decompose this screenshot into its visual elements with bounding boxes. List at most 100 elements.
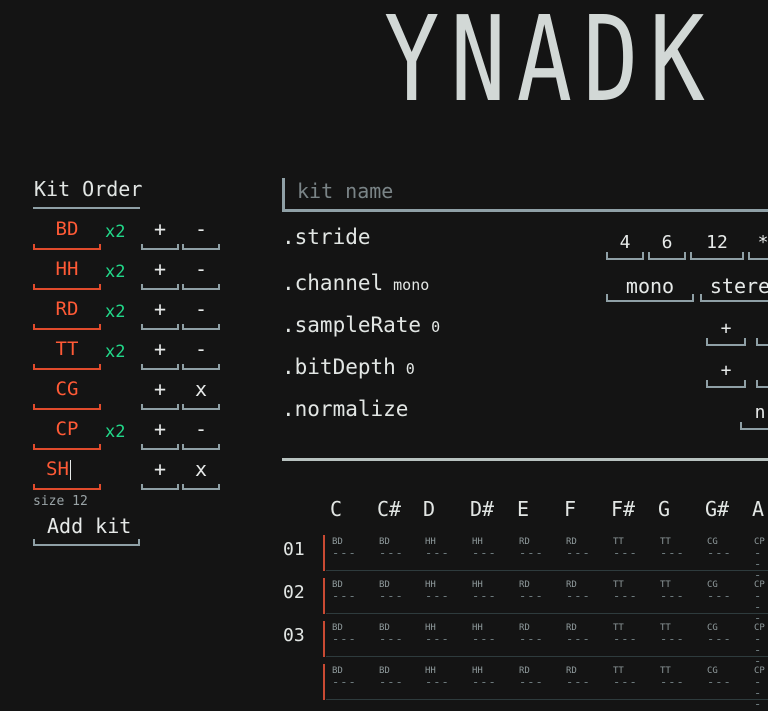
kit-action-label: - <box>194 417 208 441</box>
kit-action-button[interactable]: - <box>182 298 220 330</box>
note-header: D# <box>470 497 495 521</box>
stride-row: .stride <box>282 225 371 249</box>
kit-name[interactable]: SH <box>33 458 101 484</box>
grid-cell[interactable]: RD --- <box>519 666 544 688</box>
note-header: D <box>423 497 436 521</box>
kit-action-button[interactable]: - <box>182 258 220 290</box>
stride-option[interactable]: * <box>748 232 768 262</box>
kit-plus-button[interactable]: + <box>141 298 179 330</box>
grid-cell[interactable]: HH --- <box>425 537 450 559</box>
kit-plus-label: + <box>153 377 167 401</box>
kit-action-button[interactable]: - <box>182 218 220 250</box>
row-separator <box>326 656 768 657</box>
grid-cell-dash: --- <box>472 675 497 689</box>
stride-option-bracket <box>648 252 686 260</box>
stride-option[interactable]: 6 <box>648 232 686 262</box>
stride-option-bracket <box>690 252 744 260</box>
channel-option[interactable]: stere <box>700 274 768 304</box>
grid-cell[interactable]: TT --- <box>660 666 685 688</box>
grid-cell[interactable]: TT --- <box>613 666 638 688</box>
grid-cell-dash: --- <box>332 632 357 646</box>
kit-name[interactable]: TT <box>33 338 101 364</box>
grid-cell[interactable]: HH --- <box>472 666 497 688</box>
grid-cell[interactable]: RD --- <box>519 580 544 602</box>
kit-plus-button[interactable]: + <box>141 458 179 490</box>
kit-name[interactable]: CG <box>33 378 101 404</box>
grid-cell-dash: --- <box>472 589 497 603</box>
kit-name[interactable]: RD <box>33 298 101 324</box>
bit-depth-plus-button[interactable]: + <box>706 360 746 390</box>
grid-cell[interactable]: RD --- <box>566 580 591 602</box>
normalize-option-bracket <box>740 422 768 430</box>
kit-action-button[interactable]: x <box>182 378 220 410</box>
grid-cell[interactable]: CP --- <box>754 623 768 667</box>
kit-plus-button[interactable]: + <box>141 258 179 290</box>
grid-cell[interactable]: RD --- <box>519 537 544 559</box>
grid-cell[interactable]: BD --- <box>332 623 357 645</box>
grid-cell-dash: --- <box>660 675 685 689</box>
grid-cell[interactable]: BD --- <box>332 537 357 559</box>
grid-cell[interactable]: RD --- <box>519 623 544 645</box>
grid-cell[interactable]: CG --- <box>707 537 732 559</box>
kit-plus-button[interactable]: + <box>141 338 179 370</box>
grid-cell[interactable]: TT --- <box>660 580 685 602</box>
grid-cell[interactable]: BD --- <box>379 537 404 559</box>
row-number: 01 <box>283 539 305 560</box>
grid-cell[interactable]: TT --- <box>660 623 685 645</box>
kit-plus-button[interactable]: + <box>141 218 179 250</box>
kit-name[interactable]: HH <box>33 258 101 284</box>
kit-name-input[interactable] <box>282 178 768 212</box>
normalize-option[interactable]: n <box>740 402 768 432</box>
grid-cell[interactable]: RD --- <box>566 666 591 688</box>
add-kit-button[interactable]: Add kit <box>33 514 140 548</box>
grid-cell[interactable]: CG --- <box>707 580 732 602</box>
kit-action-button[interactable]: - <box>182 418 220 450</box>
grid-cell[interactable]: HH --- <box>472 537 497 559</box>
kit-plus-button[interactable]: + <box>141 418 179 450</box>
grid-cell[interactable]: RD --- <box>566 537 591 559</box>
stride-option-label: 12 <box>706 232 728 253</box>
grid-cell[interactable]: CG --- <box>707 623 732 645</box>
grid-cell[interactable]: TT --- <box>613 580 638 602</box>
grid-cell[interactable]: CP --- <box>754 580 768 624</box>
grid-cell-kit: BD <box>332 666 343 676</box>
channel-option-bracket <box>700 294 768 302</box>
grid-cell[interactable]: HH --- <box>425 666 450 688</box>
kit-action-label: - <box>194 217 208 241</box>
kit-action-button[interactable]: - <box>182 338 220 370</box>
note-header: F# <box>611 497 636 521</box>
grid-cell[interactable]: HH --- <box>472 623 497 645</box>
grid-cell[interactable]: BD --- <box>332 666 357 688</box>
sample-rate-plus-button[interactable]: + <box>706 318 746 348</box>
grid-cell[interactable]: TT --- <box>613 623 638 645</box>
grid-cell[interactable]: CP --- <box>754 666 768 710</box>
grid-cell-dash: --- <box>566 589 591 603</box>
note-header: G# <box>705 497 730 521</box>
grid-cell[interactable]: HH --- <box>472 580 497 602</box>
stride-option[interactable]: 12 <box>690 232 744 262</box>
grid-cell[interactable]: TT --- <box>613 537 638 559</box>
kit-name[interactable]: CP <box>33 418 101 444</box>
grid-cell[interactable]: RD --- <box>566 623 591 645</box>
kit-multiplier: x2 <box>105 262 126 282</box>
grid-cell[interactable]: CG --- <box>707 666 732 688</box>
grid-cell[interactable]: CP --- <box>754 537 768 581</box>
grid-cell-dash: --- <box>754 632 763 668</box>
grid-cell[interactable]: BD --- <box>332 580 357 602</box>
grid-cell[interactable]: HH --- <box>425 623 450 645</box>
channel-option[interactable]: mono <box>606 274 694 304</box>
grid-cell[interactable]: BD --- <box>379 623 404 645</box>
grid-cell-dash: --- <box>519 632 544 646</box>
bit-depth-minus-button[interactable] <box>756 360 768 390</box>
grid-cell[interactable]: BD --- <box>379 666 404 688</box>
grid-cell[interactable]: TT --- <box>660 537 685 559</box>
grid-cell-kit: RD <box>519 666 530 676</box>
kit-action-button[interactable]: x <box>182 458 220 490</box>
grid-cell[interactable]: HH --- <box>425 580 450 602</box>
kit-plus-button[interactable]: + <box>141 378 179 410</box>
stride-option-bracket <box>606 252 644 260</box>
sample-rate-minus-button[interactable] <box>756 318 768 348</box>
kit-name[interactable]: BD <box>33 218 101 244</box>
grid-cell[interactable]: BD --- <box>379 580 404 602</box>
stride-option[interactable]: 4 <box>606 232 644 262</box>
